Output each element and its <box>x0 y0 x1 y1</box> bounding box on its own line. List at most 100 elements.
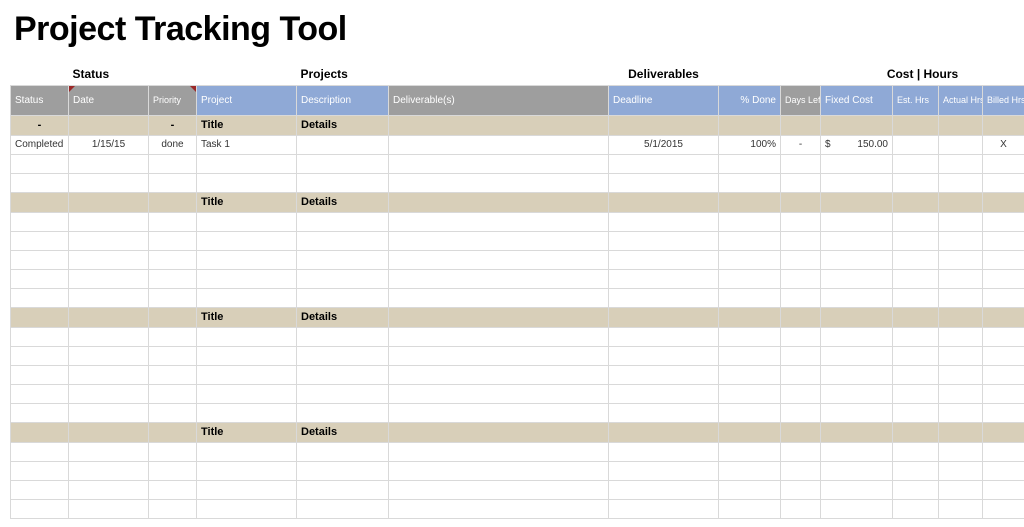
cell-project[interactable] <box>197 250 297 269</box>
cell-billed_hrs[interactable] <box>983 499 1024 518</box>
cell-deliverables[interactable] <box>389 231 609 250</box>
cell-project[interactable] <box>197 442 297 461</box>
cell-status[interactable] <box>11 288 69 307</box>
cell-description[interactable] <box>297 288 389 307</box>
section-cell[interactable] <box>389 192 609 212</box>
cell-status[interactable] <box>11 461 69 480</box>
cell-project[interactable] <box>197 461 297 480</box>
section-cell[interactable] <box>719 192 781 212</box>
cell-date[interactable] <box>69 173 149 192</box>
cell-deliverables[interactable] <box>389 173 609 192</box>
cell-status[interactable] <box>11 154 69 173</box>
cell-billed_hrs[interactable] <box>983 346 1024 365</box>
col-deadline[interactable]: Deadline <box>609 85 719 115</box>
cell-actual_hrs[interactable] <box>939 135 983 154</box>
cell-date[interactable] <box>69 327 149 346</box>
cell-pdone[interactable] <box>719 365 781 384</box>
cell-description[interactable] <box>297 365 389 384</box>
section-cell[interactable] <box>149 307 197 327</box>
cell-date[interactable] <box>69 154 149 173</box>
section-cell[interactable] <box>893 422 939 442</box>
cell-billed_hrs[interactable] <box>983 384 1024 403</box>
cell-description[interactable] <box>297 480 389 499</box>
cell-actual_hrs[interactable] <box>939 250 983 269</box>
cell-billed_hrs[interactable] <box>983 461 1024 480</box>
cell-days_left[interactable] <box>781 173 821 192</box>
cell-deadline[interactable] <box>609 384 719 403</box>
section-cell[interactable] <box>781 307 821 327</box>
cell-deliverables[interactable] <box>389 346 609 365</box>
cell-days_left[interactable] <box>781 499 821 518</box>
section-cell[interactable] <box>893 307 939 327</box>
cell-project[interactable]: Task 1 <box>197 135 297 154</box>
cell-project[interactable] <box>197 365 297 384</box>
cell-actual_hrs[interactable] <box>939 212 983 231</box>
section-cell[interactable] <box>939 115 983 135</box>
cell-date[interactable] <box>69 442 149 461</box>
cell-pdone[interactable] <box>719 269 781 288</box>
cell-priority[interactable] <box>149 173 197 192</box>
cell-date[interactable] <box>69 384 149 403</box>
cell-project[interactable] <box>197 346 297 365</box>
cell-description[interactable] <box>297 346 389 365</box>
section-details-label[interactable]: Details <box>297 115 389 135</box>
section-cell[interactable] <box>781 192 821 212</box>
cell-actual_hrs[interactable] <box>939 442 983 461</box>
cell-description[interactable] <box>297 384 389 403</box>
cell-fixed_cost[interactable] <box>821 384 893 403</box>
col-actual-hrs[interactable]: Actual Hrs <box>939 85 983 115</box>
cell-deliverables[interactable] <box>389 499 609 518</box>
cell-billed_hrs[interactable] <box>983 173 1024 192</box>
cell-date[interactable] <box>69 269 149 288</box>
section-cell[interactable] <box>609 192 719 212</box>
section-details-label[interactable]: Details <box>297 192 389 212</box>
cell-pdone[interactable] <box>719 212 781 231</box>
col-est-hrs[interactable]: Est. Hrs <box>893 85 939 115</box>
section-cell[interactable] <box>983 192 1024 212</box>
cell-date[interactable] <box>69 499 149 518</box>
cell-deliverables[interactable] <box>389 442 609 461</box>
cell-est_hrs[interactable] <box>893 135 939 154</box>
section-cell[interactable] <box>11 192 69 212</box>
cell-billed_hrs[interactable]: X <box>983 135 1024 154</box>
cell-billed_hrs[interactable] <box>983 442 1024 461</box>
section-cell[interactable] <box>69 422 149 442</box>
cell-description[interactable] <box>297 231 389 250</box>
section-cell[interactable] <box>821 307 893 327</box>
section-cell[interactable] <box>389 422 609 442</box>
cell-deadline[interactable] <box>609 499 719 518</box>
cell-description[interactable] <box>297 461 389 480</box>
cell-project[interactable] <box>197 231 297 250</box>
cell-status[interactable] <box>11 403 69 422</box>
cell-deadline[interactable] <box>609 461 719 480</box>
cell-days_left[interactable] <box>781 461 821 480</box>
section-cell[interactable] <box>719 422 781 442</box>
section-cell[interactable] <box>11 422 69 442</box>
cell-actual_hrs[interactable] <box>939 403 983 422</box>
col-project[interactable]: Project <box>197 85 297 115</box>
cell-priority[interactable] <box>149 154 197 173</box>
cell-deliverables[interactable] <box>389 154 609 173</box>
section-cell[interactable] <box>719 115 781 135</box>
cell-deadline[interactable] <box>609 288 719 307</box>
cell-deliverables[interactable] <box>389 327 609 346</box>
cell-est_hrs[interactable] <box>893 212 939 231</box>
cell-actual_hrs[interactable] <box>939 173 983 192</box>
cell-days_left[interactable] <box>781 442 821 461</box>
cell-days_left[interactable] <box>781 288 821 307</box>
cell-status[interactable] <box>11 231 69 250</box>
cell-deliverables[interactable] <box>389 212 609 231</box>
cell-priority[interactable] <box>149 403 197 422</box>
cell-deliverables[interactable] <box>389 365 609 384</box>
cell-fixed_cost[interactable] <box>821 231 893 250</box>
cell-deadline[interactable] <box>609 173 719 192</box>
section-cell[interactable] <box>821 115 893 135</box>
cell-description[interactable] <box>297 212 389 231</box>
section-cell[interactable] <box>983 422 1024 442</box>
cell-project[interactable] <box>197 154 297 173</box>
cell-deliverables[interactable] <box>389 461 609 480</box>
cell-description[interactable] <box>297 499 389 518</box>
cell-fixed_cost[interactable] <box>821 480 893 499</box>
cell-status[interactable] <box>11 327 69 346</box>
cell-billed_hrs[interactable] <box>983 480 1024 499</box>
